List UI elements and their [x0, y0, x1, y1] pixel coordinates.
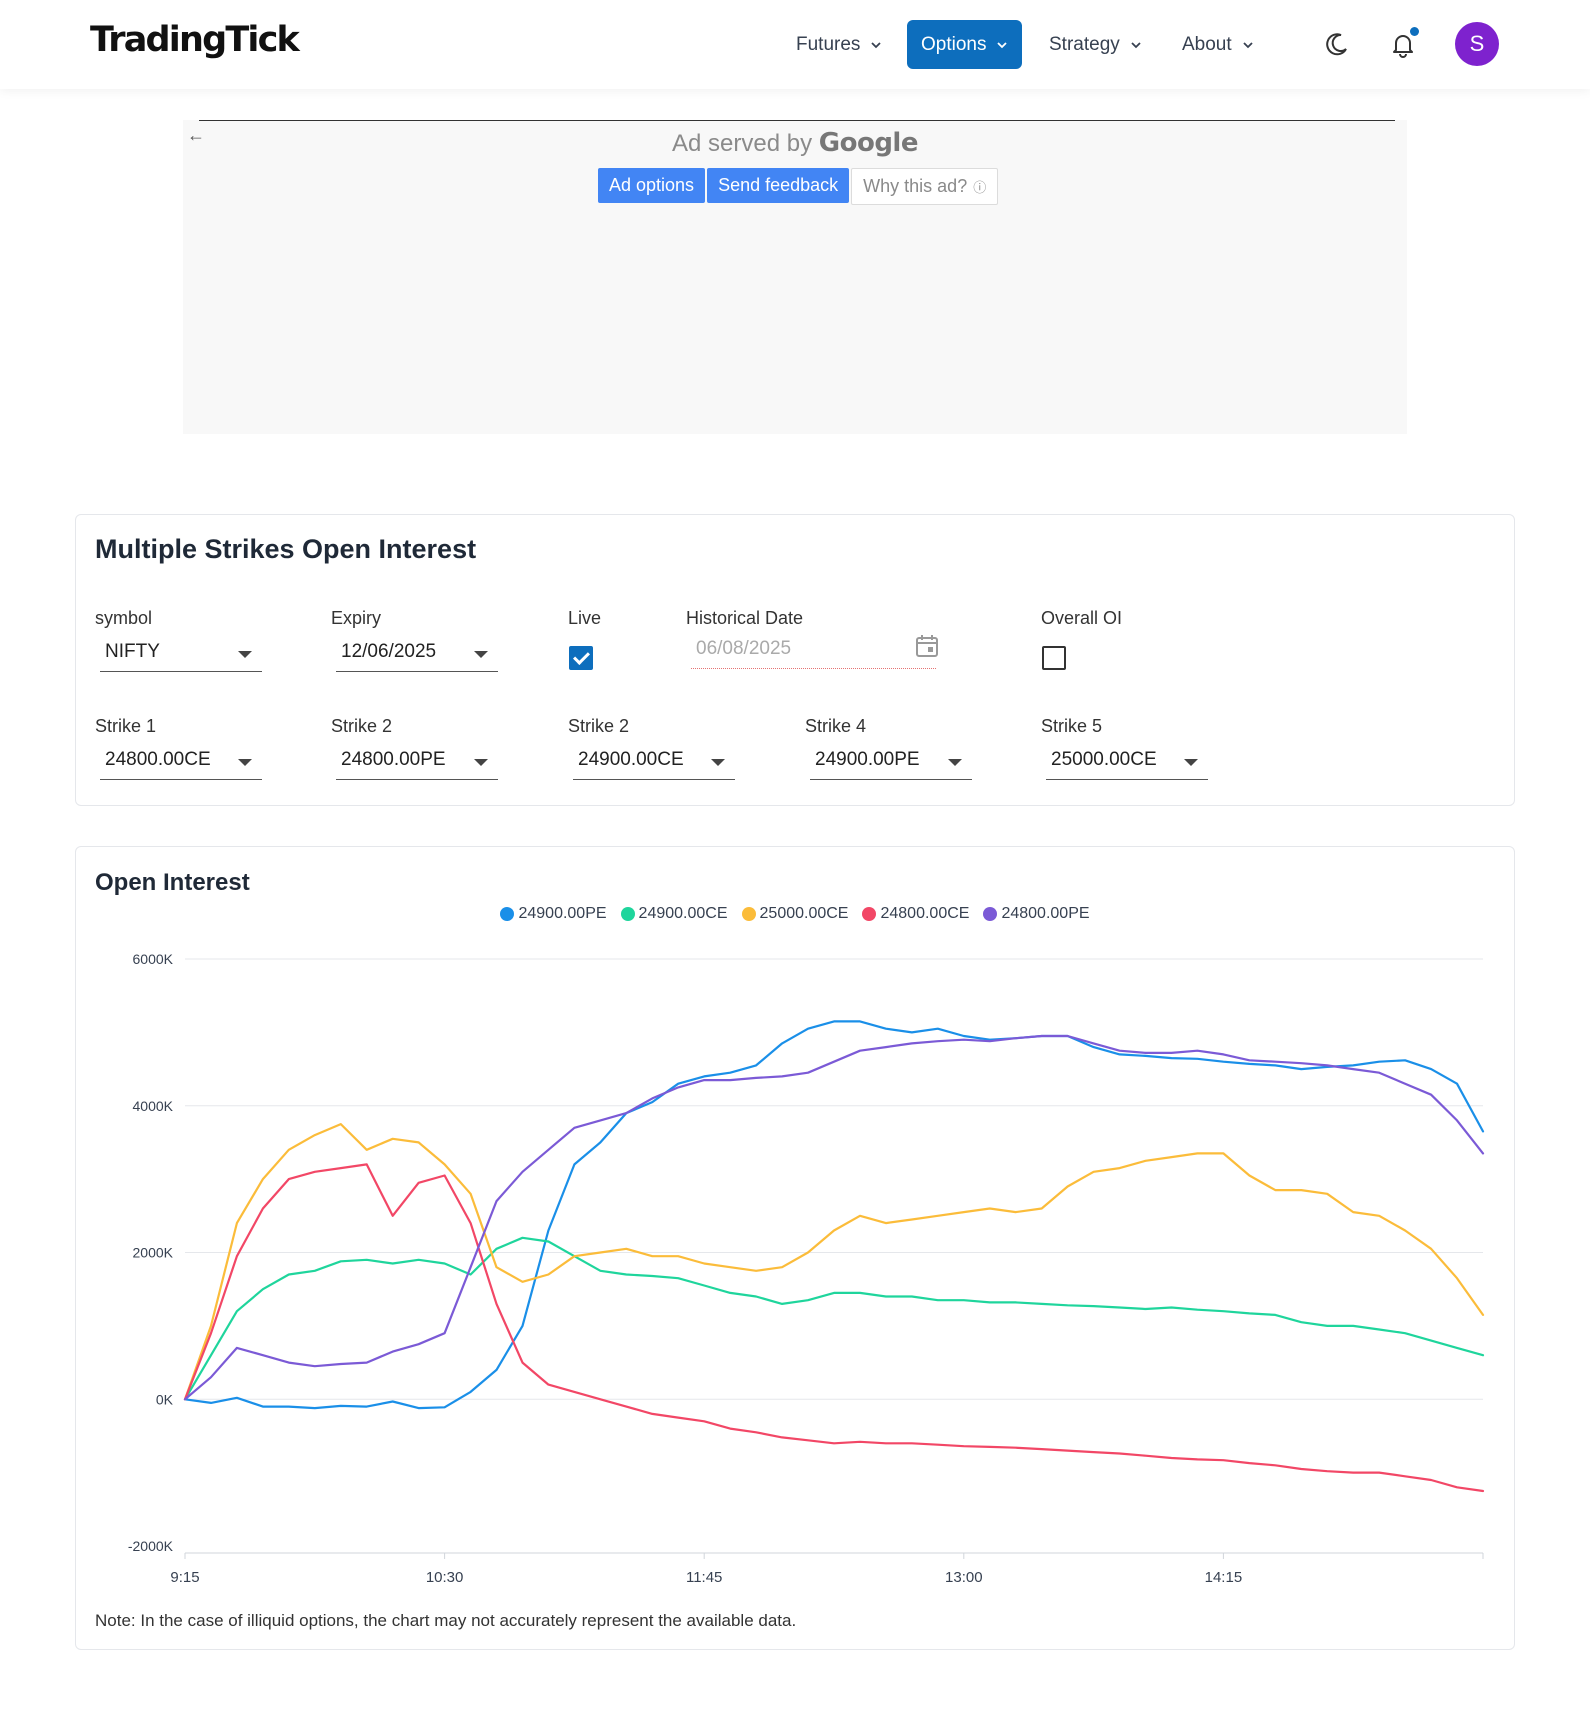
strike-4-select[interactable]: 24900.00PE	[810, 745, 972, 780]
strike-1-value: 24800.00CE	[105, 749, 211, 770]
strike-3-value: 24900.00CE	[578, 749, 684, 770]
strike-2-label: Strike 2	[331, 716, 393, 736]
series-line-24900.00CE	[183, 1236, 1485, 1401]
series-line-24800.00CE	[183, 1163, 1485, 1493]
chevron-down-icon	[871, 41, 882, 48]
overall-oi-label: Overall OI	[1041, 608, 1123, 628]
caret-down-icon	[474, 651, 488, 658]
strike-3-select[interactable]: 24900.00CE	[573, 745, 735, 780]
historical-date-label: Historical Date	[686, 608, 804, 628]
y-tick-label: -2000K	[128, 1538, 174, 1554]
y-tick-label: 4000K	[133, 1098, 174, 1114]
ad-served-by-text: Ad served by	[672, 130, 813, 157]
x-tick-label: 9:15	[170, 1569, 199, 1586]
caret-down-icon	[238, 759, 252, 766]
nav-futures-label: Futures	[796, 33, 861, 55]
strike-4-label: Strike 4	[805, 716, 867, 736]
strike-5-label: Strike 5	[1041, 716, 1103, 736]
y-tick-label: 6000K	[133, 951, 174, 967]
google-wordmark: Google	[818, 128, 919, 158]
symbol-label: symbol	[95, 608, 153, 628]
y-tick-label: 2000K	[133, 1245, 174, 1261]
strike-4-value: 24900.00PE	[815, 749, 920, 770]
nav-about-label: About	[1182, 33, 1232, 55]
caret-down-icon	[1184, 759, 1198, 766]
nav-futures[interactable]: Futures	[796, 20, 882, 69]
caret-down-icon	[948, 759, 962, 766]
series-line-24800.00PE	[183, 1034, 1485, 1401]
live-checkbox[interactable]	[569, 646, 593, 670]
brand-logo[interactable]: TradingTick	[90, 20, 300, 60]
historical-date-value: 06/08/2025	[696, 638, 792, 659]
notification-dot	[1410, 27, 1419, 36]
dark-mode-moon-icon[interactable]	[1323, 30, 1351, 58]
expiry-select[interactable]: 12/06/2025	[336, 637, 498, 672]
filters-card: Multiple Strikes Open Interest symbol NI…	[75, 514, 1515, 806]
chevron-down-icon	[997, 41, 1008, 48]
nav-strategy-label: Strategy	[1049, 33, 1120, 55]
strike-3-label: Strike 2	[568, 716, 630, 736]
caret-down-icon	[238, 651, 252, 658]
historical-date-input[interactable]: 06/08/2025	[691, 634, 936, 669]
live-label: Live	[568, 608, 602, 628]
open-interest-card: Open Interest 24900.00PE 24900.00CE 2500…	[75, 846, 1515, 1650]
open-interest-chart[interactable]: 6000K 4000K 2000K 0K -2000K 9:15 10:30 11:45 13:…	[76, 847, 1514, 1607]
strike-1-label: Strike 1	[95, 716, 157, 736]
chevron-down-icon	[1131, 41, 1141, 48]
info-icon: ⓘ	[973, 180, 987, 195]
ad-options-button[interactable]: Ad options	[598, 168, 706, 203]
ad-button-group: Ad options Send feedback Why this ad? ⓘ	[598, 168, 999, 205]
why-this-ad-button[interactable]: Why this ad? ⓘ	[851, 168, 999, 205]
nav-strategy[interactable]: Strategy	[1049, 20, 1142, 69]
strike-2-select[interactable]: 24800.00PE	[336, 745, 498, 780]
overall-oi-checkbox[interactable]	[1042, 646, 1066, 670]
symbol-value: NIFTY	[105, 641, 160, 662]
chart-note: Note: In the case of illiquid options, t…	[95, 1611, 797, 1630]
x-tick-label: 14:15	[1205, 1569, 1243, 1586]
x-tick-label: 11:45	[686, 1569, 722, 1586]
strike-5-value: 25000.00CE	[1051, 749, 1157, 770]
page-title: Multiple Strikes Open Interest	[95, 534, 477, 564]
ad-served-by: Ad served by Google	[183, 128, 1407, 158]
expiry-value: 12/06/2025	[341, 641, 437, 662]
x-tick-label: 13:00	[945, 1569, 983, 1586]
nav-about[interactable]: About	[1182, 20, 1254, 69]
y-tick-label: 0K	[156, 1391, 174, 1407]
nav-options[interactable]: Options	[907, 20, 1023, 69]
strike-1-select[interactable]: 24800.00CE	[100, 745, 262, 780]
expiry-label: Expiry	[331, 608, 382, 628]
caret-down-icon	[711, 759, 725, 766]
why-this-ad-label: Why this ad?	[863, 176, 968, 196]
series-line-24900.00PE	[183, 1020, 1485, 1410]
caret-down-icon	[474, 759, 488, 766]
symbol-select[interactable]: NIFTY	[100, 637, 262, 672]
x-tick-label: 10:30	[426, 1569, 464, 1586]
calendar-icon[interactable]	[914, 633, 940, 659]
strike-5-select[interactable]: 25000.00CE	[1046, 745, 1208, 780]
ad-divider	[199, 120, 1395, 121]
nav-options-label: Options	[921, 33, 987, 55]
ad-banner: ← Ad served by Google Ad options Send fe…	[183, 120, 1407, 434]
top-navbar: TradingTick Futures Options Strategy Abo…	[0, 0, 1590, 89]
avatar[interactable]: S	[1455, 22, 1499, 66]
send-feedback-button[interactable]: Send feedback	[707, 168, 850, 203]
chevron-down-icon	[1243, 41, 1253, 48]
strike-2-value: 24800.00PE	[341, 749, 446, 770]
